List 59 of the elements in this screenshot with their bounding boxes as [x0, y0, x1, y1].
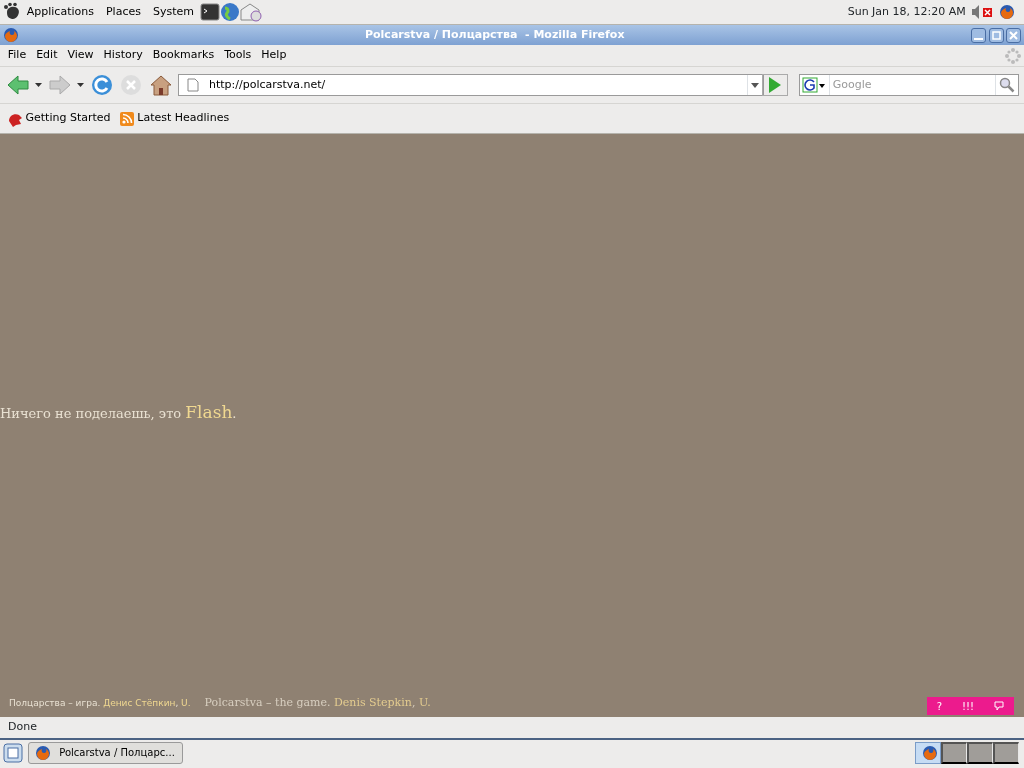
menu-item[interactable]: Bookmarks	[147, 47, 220, 64]
throbber-icon	[1005, 47, 1022, 64]
footer-credit: Polcarstva – the game. Denis Stepkin, U.	[204, 694, 431, 711]
window-title: Polcarstva / Полцарства - Mozilla Firefox	[364, 26, 626, 43]
speaker-muted-icon[interactable]	[971, 4, 994, 20]
address-bar[interactable]: http://polcarstva.net/	[178, 74, 764, 96]
search-bar[interactable]: Google	[798, 74, 1019, 96]
menu-item[interactable]: Edit	[31, 47, 63, 64]
taskbar-button[interactable]: Polcarstva / Полцарс...	[28, 741, 184, 764]
workspace-button[interactable]	[966, 741, 993, 764]
clock[interactable]: Sun Jan 18, 12:20 AM	[847, 3, 966, 21]
caret-icon	[750, 80, 761, 90]
search-icon	[998, 77, 1015, 93]
minimize-icon	[973, 37, 983, 40]
dropdown-button[interactable]	[35, 83, 42, 87]
workspace-button[interactable]	[940, 741, 967, 764]
reload-button[interactable]	[89, 73, 114, 97]
back-button[interactable]	[5, 73, 30, 97]
workspace-button[interactable]	[992, 741, 1019, 764]
url-field[interactable]: http://polcarstva.net/	[207, 75, 747, 95]
search-engine-icon	[802, 77, 827, 93]
bookmark-item[interactable]: Getting Started	[2, 110, 115, 127]
menu-item[interactable]: View	[62, 47, 99, 64]
back-arrow-icon	[5, 73, 30, 97]
page-icon	[187, 78, 199, 92]
foot-icon[interactable]	[2, 2, 21, 22]
corner-button[interactable]: ?	[926, 697, 952, 715]
panel-menu[interactable]: Applications	[20, 3, 100, 21]
home-button[interactable]	[148, 73, 173, 97]
caret-icon	[77, 83, 84, 87]
dropdown-button[interactable]	[77, 83, 84, 87]
menu-item[interactable]: File	[2, 47, 32, 64]
panel-menu[interactable]: System	[146, 3, 200, 21]
bookmark-item[interactable]: Latest Headlines	[114, 110, 234, 127]
menu-item[interactable]: Help	[256, 47, 292, 64]
show-desktop-icon[interactable]	[2, 742, 23, 763]
mail-clock-icon[interactable]	[239, 2, 262, 22]
home-icon	[148, 73, 173, 97]
maximize-icon	[989, 28, 1003, 42]
footer-credit: Полцарства – игра. Денис Стёпкин, U.	[9, 696, 191, 710]
close-button[interactable]	[1006, 27, 1022, 43]
maximize-button[interactable]	[988, 27, 1004, 43]
rss-feed-icon	[118, 110, 135, 127]
menu-item[interactable]: Tools	[219, 47, 257, 64]
terminal-icon[interactable]	[199, 2, 220, 22]
caret-icon	[35, 83, 42, 87]
globe-icon[interactable]	[219, 2, 240, 22]
minimize-button[interactable]	[970, 27, 986, 43]
menu-item[interactable]: History	[98, 47, 148, 64]
corner-button[interactable]: !!!	[951, 697, 984, 715]
close-icon	[1007, 28, 1021, 42]
status-text: Done	[8, 719, 37, 736]
search-engine-button[interactable]	[799, 75, 830, 95]
panel-menu[interactable]: Places	[99, 3, 147, 21]
forward-arrow-icon	[47, 73, 72, 97]
speech-bubble-icon	[994, 701, 1004, 711]
reload-icon	[89, 73, 114, 97]
flash-message: Ничего не поделаешь, это Flash.	[0, 401, 237, 424]
stop-icon	[119, 73, 143, 97]
